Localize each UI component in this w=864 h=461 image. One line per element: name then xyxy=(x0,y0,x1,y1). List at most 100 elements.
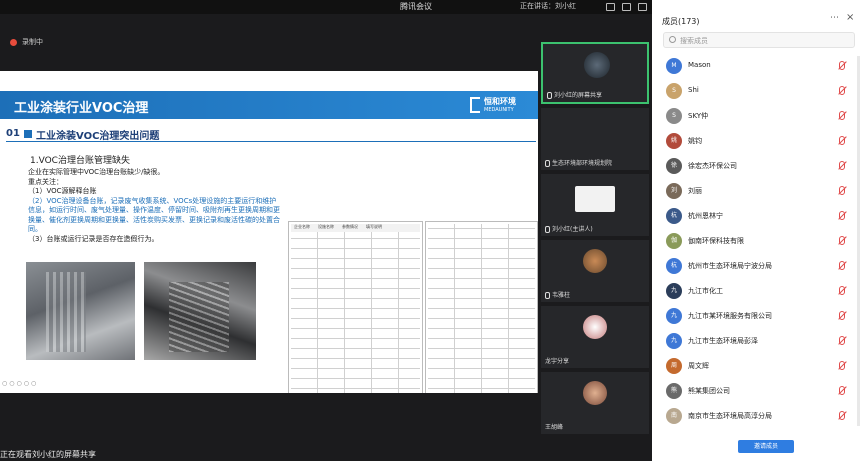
section-bullet-icon xyxy=(24,130,32,138)
member-name: 南京市生态环境局高淳分局 xyxy=(688,412,772,420)
grid-view-icon[interactable] xyxy=(606,3,615,11)
recording-indicator[interactable]: 录制中 xyxy=(0,35,120,49)
record-icon xyxy=(10,39,17,46)
member-row[interactable]: 杭杭州恩林宁 xyxy=(662,206,858,226)
recording-label: 录制中 xyxy=(22,38,43,46)
member-row[interactable]: 姚姚钧 xyxy=(662,131,858,151)
member-name: 周文辉 xyxy=(688,362,709,370)
mic-icon xyxy=(545,160,550,167)
member-row[interactable]: 伽伽南环保科技有限 xyxy=(662,231,858,251)
video-name: 刘小红(主讲人) xyxy=(545,224,593,233)
video-tile[interactable]: 刘小红的屏幕共享 xyxy=(541,42,649,104)
close-icon[interactable]: × xyxy=(846,12,854,23)
member-row[interactable]: 南南京市生态环境局高淳分局 xyxy=(662,406,858,426)
member-avatar: 九 xyxy=(666,308,682,324)
member-row[interactable]: 九九江市某环境服务有限公司 xyxy=(662,306,858,326)
screen-share-caption: 正在观看刘小红的屏幕共享 xyxy=(0,450,96,459)
member-name: 姚钧 xyxy=(688,137,702,145)
mic-muted-icon[interactable] xyxy=(839,136,845,145)
member-avatar: S xyxy=(666,108,682,124)
member-avatar: M xyxy=(666,58,682,74)
table-header-cell: 参数情况 xyxy=(342,224,358,229)
video-tile[interactable]: 刘小红(主讲人) xyxy=(541,174,649,236)
meeting-title: 腾讯会议 xyxy=(400,2,432,11)
member-row[interactable]: S SKY仲 xyxy=(662,106,858,126)
member-avatar: S xyxy=(666,83,682,99)
mic-muted-icon[interactable] xyxy=(839,61,845,70)
member-name: 徐宏杰环保公司 xyxy=(688,162,737,170)
ledger-form xyxy=(425,221,538,393)
section-divider xyxy=(6,141,536,142)
video-name: 生态环境部环境规划院 xyxy=(545,158,612,167)
video-tile[interactable]: 生态环境部环境规划院 xyxy=(541,108,649,170)
mic-muted-icon[interactable] xyxy=(839,386,845,395)
member-row[interactable]: M Mason xyxy=(662,56,858,76)
video-tile[interactable]: 王胡峰 xyxy=(541,372,649,434)
mic-muted-icon[interactable] xyxy=(839,236,845,245)
member-row[interactable]: 九九江市化工 xyxy=(662,281,858,301)
minimize-icon[interactable] xyxy=(622,3,631,11)
member-avatar: 南 xyxy=(666,408,682,424)
body-line: （1）VOC源解释台账 xyxy=(28,187,97,195)
member-row[interactable]: 熊熊某集团公司 xyxy=(662,381,858,401)
member-name: Shi xyxy=(688,86,699,94)
more-icon[interactable]: ⋯ xyxy=(830,13,839,23)
member-search-input[interactable]: 搜索成员 xyxy=(663,32,855,48)
video-name: 王胡峰 xyxy=(545,424,564,431)
meeting-window: 腾讯会议 正在讲话：刘小红 录制中 工业涂装行业VOC治理 恒和环境 MEDAU… xyxy=(0,0,864,461)
member-avatar: 伽 xyxy=(666,233,682,249)
mic-muted-icon[interactable] xyxy=(839,186,845,195)
fullscreen-icon[interactable] xyxy=(638,3,647,11)
table-header-cell: 设施名称 xyxy=(318,224,334,229)
member-avatar: 九 xyxy=(666,283,682,299)
search-icon xyxy=(669,36,676,43)
mic-muted-icon[interactable] xyxy=(839,311,845,320)
slide-banner: 工业涂装行业VOC治理 恒和环境 MEDAUNITY xyxy=(0,91,538,119)
member-row[interactable]: S Shi xyxy=(662,81,858,101)
member-name: 九江市某环境服务有限公司 xyxy=(688,312,772,320)
mic-muted-icon[interactable] xyxy=(839,336,845,345)
section-number: 01 xyxy=(6,128,20,139)
member-row[interactable]: 九九江市生态环境局彭泽 xyxy=(662,331,858,351)
mic-muted-icon[interactable] xyxy=(839,411,845,420)
ledger-table: 企业名称 设施名称 参数情况 填写说明 xyxy=(288,221,423,393)
mic-icon xyxy=(547,92,552,99)
participants-panel: 成员(173) ⋯ × 搜索成员 M Mason S Shi S SKY仲姚姚钧徐徐宏杰环… xyxy=(652,0,864,461)
mic-muted-icon[interactable] xyxy=(839,86,845,95)
video-tile[interactable]: 韦雅柱 xyxy=(541,240,649,302)
member-avatar: 徐 xyxy=(666,158,682,174)
member-row[interactable]: 杭杭州市生态环境局宁波分局 xyxy=(662,256,858,276)
mic-muted-icon[interactable] xyxy=(839,111,845,120)
member-row[interactable]: 刘刘丽 xyxy=(662,181,858,201)
mic-muted-icon[interactable] xyxy=(839,211,845,220)
member-name: SKY仲 xyxy=(688,112,709,120)
member-avatar: 周 xyxy=(666,358,682,374)
member-name: Mason xyxy=(688,61,711,69)
scrollbar[interactable] xyxy=(857,56,860,426)
avatar xyxy=(583,381,607,405)
member-row[interactable]: 徐徐宏杰环保公司 xyxy=(662,156,858,176)
title-bar: 腾讯会议 正在讲话：刘小红 xyxy=(0,0,652,14)
duct-photo xyxy=(26,262,135,360)
logo-mark-icon xyxy=(470,97,480,113)
company-logo: 恒和环境 MEDAUNITY xyxy=(470,96,530,116)
slide-subheading: 1.VOC治理台账管理缺失 xyxy=(30,156,130,166)
mic-muted-icon[interactable] xyxy=(839,261,845,270)
ledger-header: 企业名称 设施名称 参数情况 填写说明 xyxy=(291,224,420,232)
member-avatar: 刘 xyxy=(666,183,682,199)
member-row[interactable]: 周周文辉 xyxy=(662,356,858,376)
member-name: 杭州市生态环境局宁波分局 xyxy=(688,262,772,270)
speaking-indicator: 正在讲话：刘小红 xyxy=(520,2,576,10)
mic-muted-icon[interactable] xyxy=(839,286,845,295)
video-name: 刘小红的屏幕共享 xyxy=(547,90,602,99)
member-name: 刘丽 xyxy=(688,187,702,195)
table-header-cell: 企业名称 xyxy=(294,224,310,229)
invite-button[interactable]: 邀请成员 xyxy=(738,440,794,453)
slide-controls[interactable]: ○○○○○ xyxy=(2,380,38,387)
video-tile[interactable]: 龙宇分享 xyxy=(541,306,649,368)
avatar xyxy=(583,315,607,339)
video-name: 韦雅柱 xyxy=(545,290,570,299)
mic-muted-icon[interactable] xyxy=(839,161,845,170)
video-name: 龙宇分享 xyxy=(545,358,570,365)
mic-muted-icon[interactable] xyxy=(839,361,845,370)
